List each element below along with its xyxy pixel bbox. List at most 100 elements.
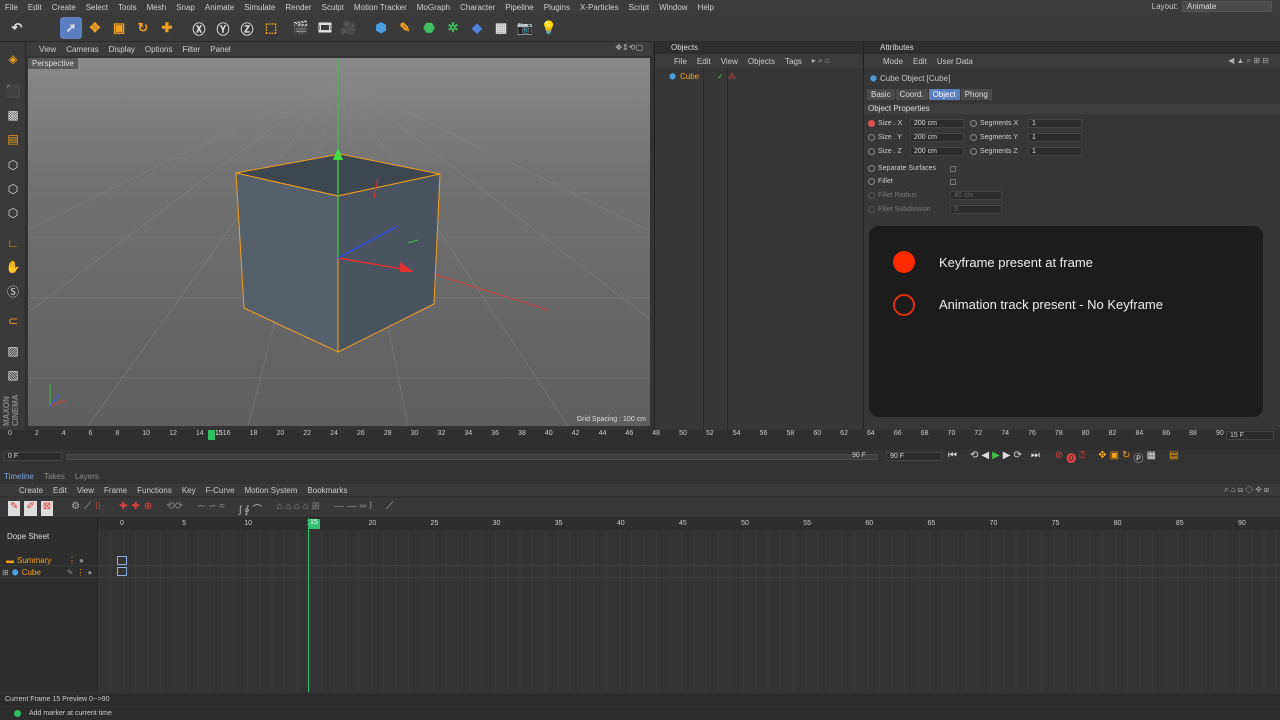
keyframe-radio-icon[interactable] [868,120,875,127]
timeline-window-icon[interactable]: ▤ [1169,450,1178,465]
motion-mode-icon[interactable]: ⊠ [40,501,54,516]
time-ruler[interactable]: 0 2 4 6 8 10 12 14 16 18 20 22 24 26 28 30 32 34 36 38 40 42 4… [0,430,1280,450]
track-dot-icon[interactable]: ● [79,556,84,565]
polygons-mode-icon[interactable]: ⬡ [2,202,24,224]
render-picture-viewer-icon[interactable]: 🎞 [314,17,336,39]
viewport-menu-filter[interactable]: Filter [177,45,205,54]
floor-icon[interactable]: ▦ [490,17,512,39]
attributes-nav-icons[interactable]: ◀ ▲ ⌕ ⊞ ⊟ [1223,56,1274,66]
subdivision-icon[interactable]: ⬣ [418,17,440,39]
spline-icons[interactable]: ∫ ∮ ⌒ [239,501,263,516]
summary-key-box[interactable] [117,556,127,565]
f-curve-mode-icon[interactable]: ✐ [24,501,37,516]
menu-window[interactable]: Window [654,3,692,12]
menu-tools[interactable]: Tools [113,3,142,12]
segments-y-field[interactable]: 1 [1028,133,1082,142]
playhead-label[interactable]: 15 [308,519,320,529]
texture-mode-icon[interactable]: ▩ [2,104,24,126]
record-point-level-icon[interactable]: ▦ [1147,450,1156,465]
workplane-icon[interactable]: ▤ [2,128,24,150]
segments-x-field[interactable]: 1 [1028,119,1082,128]
timeline-menu-view[interactable]: View [72,486,99,495]
menu-motion-tracker[interactable]: Motion Tracker [349,3,412,12]
keyframe-radio-icon[interactable] [868,165,875,172]
autokey-icon[interactable]: ⓿ [1066,450,1076,465]
menu-sculpt[interactable]: Sculpt [317,3,349,12]
reset-length-icon[interactable]: ⌷ [95,501,101,516]
move-icon[interactable]: ✥ [84,17,106,39]
size-x-field[interactable]: 200 cm [910,119,964,128]
light-icon[interactable]: 💡 [538,17,560,39]
live-select-icon[interactable]: ➚ [60,17,82,39]
track-edit-icon[interactable]: ✎ [67,568,74,577]
timeline-menu-edit[interactable]: Edit [48,486,72,495]
record-active-icon[interactable]: ⊘ [1055,450,1063,465]
track-options-icon[interactable]: ⋮ [68,556,76,565]
menu-mesh[interactable]: Mesh [142,3,172,12]
undo-icon[interactable]: ↶ [6,17,28,39]
tweak-mode-icon[interactable]: ✋ [2,256,24,278]
coordinate-system-icon[interactable]: ⬚ [260,17,282,39]
delete-key-icon[interactable]: ⊕ [144,501,152,516]
track-dot-icon[interactable]: ● [87,568,92,577]
previous-frame-icon[interactable]: ◀ [981,450,989,465]
track-summary[interactable]: ▬ Summary ⋮ ● [0,555,98,566]
current-frame-field[interactable]: 15 F [1226,431,1274,440]
zero-angle-icons[interactable]: — — ═ ǀ [334,501,372,516]
keyframe-radio-icon[interactable] [868,134,875,141]
viewport-nav-icon[interactable]: ✥⇕⟲▢ [610,43,648,52]
end-frame-field[interactable]: 90 F [886,452,942,461]
cube-object-icon[interactable]: ⬢ [370,17,392,39]
render-view-icon[interactable]: 🎬 [290,17,312,39]
break-tangents-icon[interactable]: ⟋ [386,501,393,516]
previous-keyframe-icon[interactable]: ⟲ [970,450,978,465]
z-axis-icon[interactable]: Ⓩ [236,17,258,39]
menu-character[interactable]: Character [455,3,500,12]
menu-file[interactable]: File [0,3,23,12]
playhead-marker[interactable] [208,430,215,440]
menu-create[interactable]: Create [47,3,81,12]
tab-timeline[interactable]: Timeline [4,472,34,481]
interpolation-icons[interactable]: ∼ ∽ ≈ [197,501,225,516]
go-to-end-icon[interactable]: ⏭ [1031,450,1040,465]
menu-script[interactable]: Script [624,3,654,12]
timeline-menu-frame[interactable]: Frame [99,486,132,495]
visibility-check-icon[interactable]: ✓ [717,72,724,81]
record-parameter-icon[interactable]: Ⓟ [1134,450,1144,465]
keyframe-radio-icon[interactable] [868,148,875,155]
tab-layers[interactable]: Layers [75,472,99,481]
tab-coord[interactable]: Coord. [895,89,928,100]
menu-select[interactable]: Select [81,3,113,12]
snap-keys-icon[interactable]: ⚙ [71,501,80,516]
record-rotation-icon[interactable]: ↻ [1122,450,1130,465]
deformer-icon[interactable]: ◆ [466,17,488,39]
x-axis-icon[interactable]: Ⓧ [188,17,210,39]
timeline-menu-create[interactable]: Create [14,486,48,495]
objects-menu-tags[interactable]: Tags [780,57,807,66]
keys-frame-icon[interactable]: ⟲⟳ [166,501,183,516]
objects-search-icon[interactable]: ▸ ⌕ ⌂ [807,56,835,66]
cube-key-box[interactable] [117,567,127,576]
objects-menu-file[interactable]: File [669,57,692,66]
rotate-icon[interactable]: ↻ [132,17,154,39]
tab-basic[interactable]: Basic [867,89,895,100]
workplane-grid-icon[interactable]: ▨ [2,340,24,362]
menu-snap[interactable]: Snap [171,3,200,12]
keyframe-radio-icon[interactable] [970,148,977,155]
points-mode-icon[interactable]: ⬡ [2,154,24,176]
snap-icon[interactable]: Ⓢ [2,280,24,302]
timeline-menu-motion-system[interactable]: Motion System [240,486,303,495]
render-settings-icon[interactable]: 🎥 [338,17,360,39]
viewport-3d[interactable]: Perspective Grid Spacing : 100 cm [28,58,650,426]
scale-icon[interactable]: ▣ [108,17,130,39]
keyframe-radio-icon[interactable] [970,120,977,127]
spline-pen-icon[interactable]: ✎ [394,17,416,39]
timeline-menu-f-curve[interactable]: F-Curve [201,486,240,495]
cloner-icon[interactable]: ✲ [442,17,464,39]
play-icon[interactable]: ▶ [992,450,1000,465]
attributes-menu-edit[interactable]: Edit [908,57,932,66]
attributes-menu-mode[interactable]: Mode [878,57,908,66]
tag-icon[interactable]: ⁂ [728,72,736,81]
record-scale-icon[interactable]: ▣ [1110,450,1119,465]
lock-time-icon[interactable]: ⟋ [84,501,91,516]
